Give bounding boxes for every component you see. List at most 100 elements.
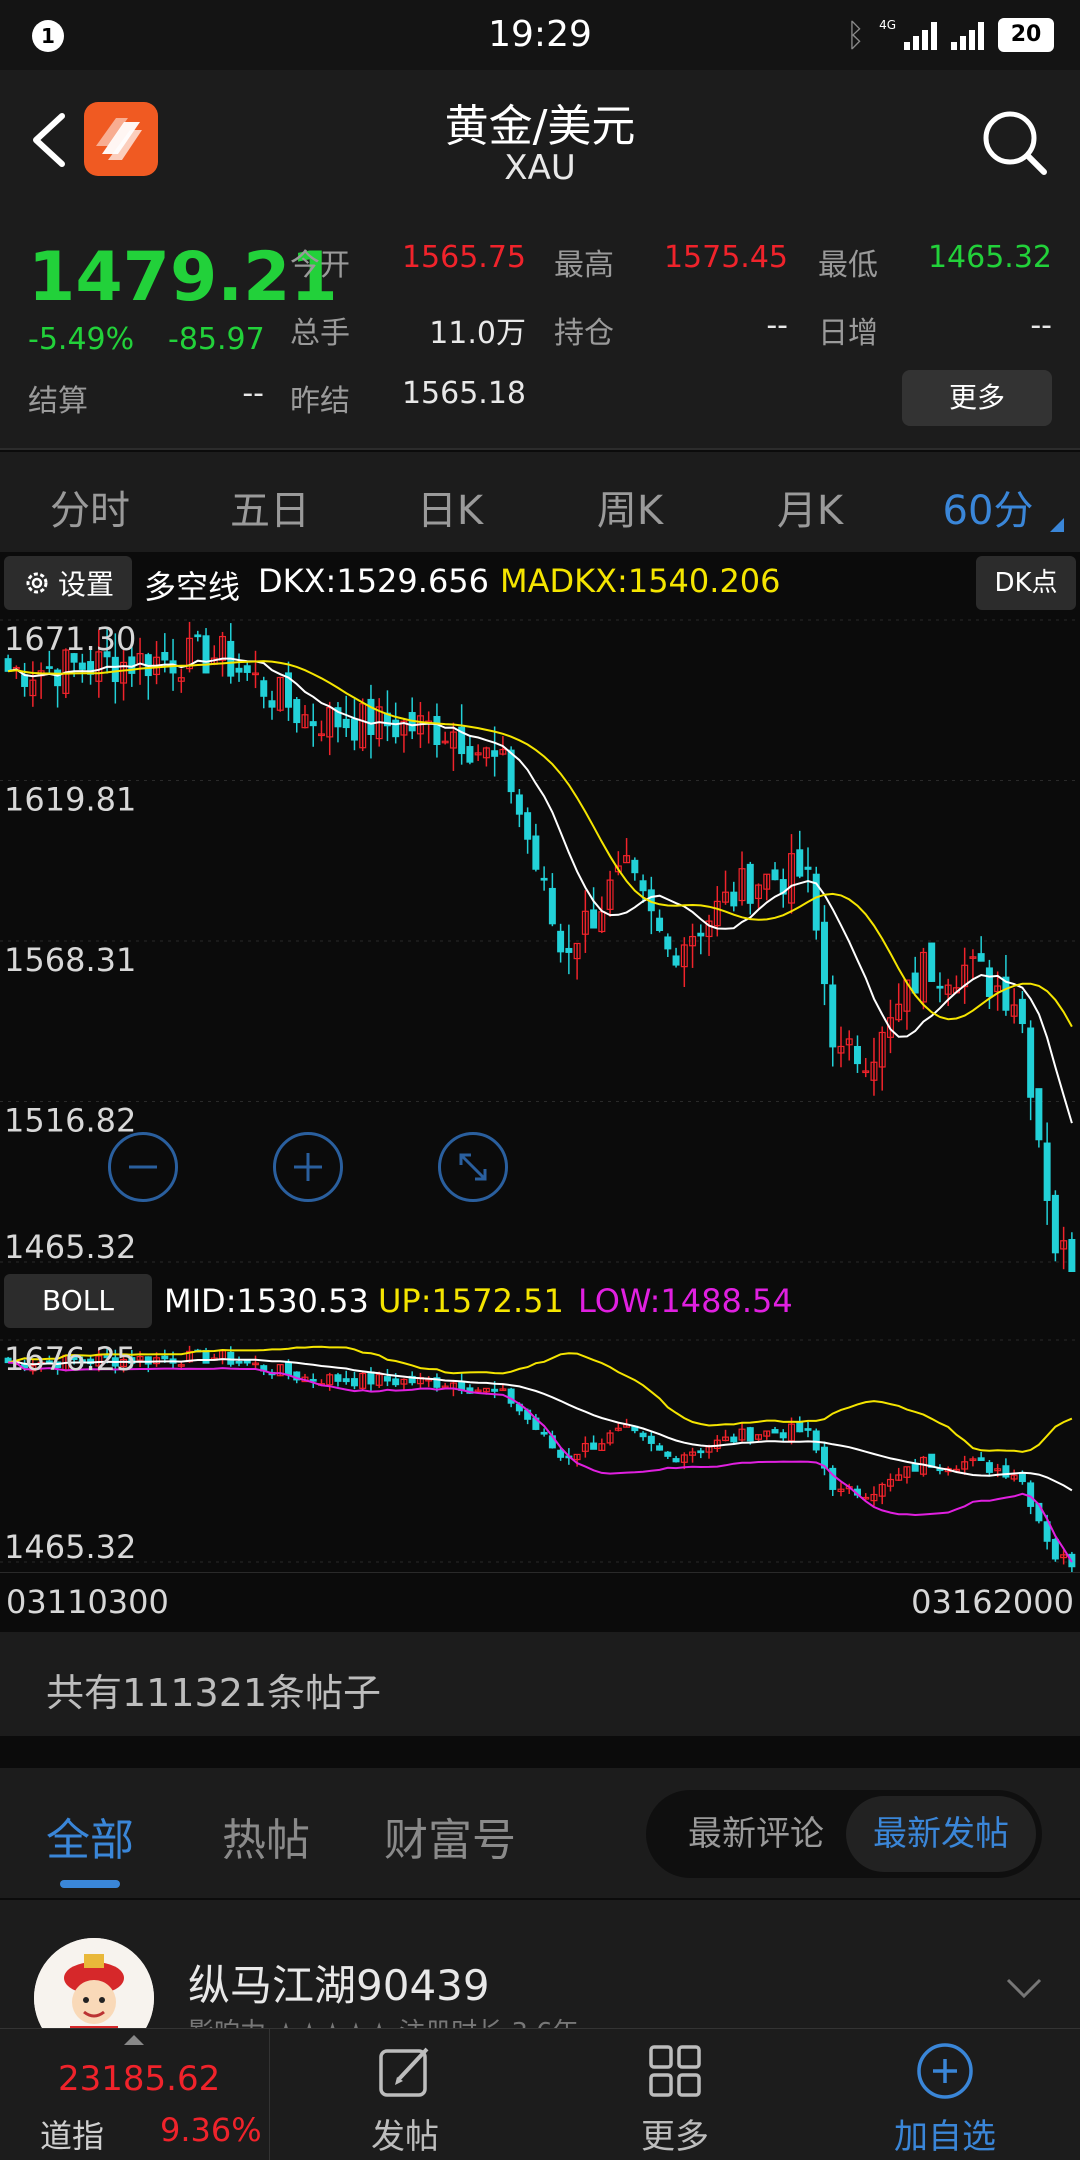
daily-increase-value: -- — [1030, 308, 1052, 343]
candle-body — [590, 1442, 598, 1450]
nav-more-button[interactable]: 更多 — [540, 2029, 810, 2160]
candle-body — [1002, 1465, 1010, 1478]
candle-body — [532, 835, 540, 870]
tab-fortune-account[interactable]: 财富号 — [384, 1804, 516, 1868]
candle-body — [4, 658, 12, 672]
candle-body — [491, 1388, 499, 1392]
candle-body — [804, 866, 812, 870]
boll-low: LOW:1488.54 — [578, 1282, 793, 1320]
candle-body — [853, 1045, 861, 1065]
candle-body — [515, 794, 523, 815]
candle-body — [911, 1463, 919, 1472]
prev-settle-value: 1565.18 — [401, 376, 526, 411]
dkx-value: DKX:1529.656 — [258, 562, 490, 600]
tab-60min[interactable]: 60分 — [918, 478, 1058, 536]
quote-panel: 1479.21 -5.49% -85.97 今开 1565.75 最高 1575… — [0, 210, 1080, 450]
candle-body — [466, 746, 474, 763]
candle-body — [161, 652, 169, 661]
edit-icon — [379, 2047, 429, 2097]
candle-body — [1018, 998, 1026, 1025]
nav-add-watchlist-button[interactable]: 加自选 — [810, 2029, 1080, 2160]
change-percent: -5.49% — [28, 322, 135, 357]
candle-body — [771, 1429, 779, 1434]
expand-icon — [459, 1153, 487, 1181]
dk-point-button[interactable]: DK点 — [976, 556, 1076, 610]
candle-body — [1035, 1088, 1043, 1141]
battery-icon: 20 — [998, 18, 1054, 52]
candle-body — [639, 880, 647, 892]
candle-body — [1068, 1239, 1076, 1272]
candle-body — [779, 1432, 787, 1439]
candle-body — [796, 849, 804, 877]
boll-chart[interactable]: 1676.25 1465.32 — [0, 1332, 1080, 1572]
candle-body — [1043, 1142, 1051, 1201]
candle-body — [367, 698, 375, 735]
y-axis-label: 1568.31 — [4, 941, 136, 979]
sort-latest-post[interactable]: 最新发帖 — [846, 1796, 1036, 1872]
y-axis-label: 1465.32 — [4, 1528, 136, 1566]
position-label: 持仓 — [554, 316, 614, 351]
boll-mid: MID:1530.53 — [164, 1282, 369, 1320]
nav-post-label: 发帖 — [371, 2117, 439, 2157]
tab-daily-k[interactable]: 日K — [380, 478, 520, 536]
y-axis-label: 1465.32 — [4, 1228, 136, 1266]
candle-body — [268, 700, 276, 708]
y-axis-label: 1676.25 — [4, 1340, 136, 1378]
candle-body — [350, 1378, 358, 1387]
time-axis-end: 03162000 — [911, 1583, 1074, 1621]
candle-body — [367, 1371, 375, 1385]
more-quote-button[interactable]: 更多 — [902, 370, 1052, 426]
candle-body — [730, 1436, 738, 1443]
nav-more-label: 更多 — [641, 2117, 709, 2157]
tab-weekly-k[interactable]: 周K — [560, 478, 700, 536]
zoom-out-button[interactable] — [108, 1132, 178, 1202]
candle-body — [392, 1378, 400, 1386]
tab-hot-posts[interactable]: 热帖 — [222, 1804, 310, 1868]
tab-five-day[interactable]: 五日 — [200, 478, 340, 536]
candle-body — [54, 669, 62, 687]
candle-body — [796, 1422, 804, 1433]
gear-icon — [26, 572, 48, 594]
candle-body — [285, 1362, 292, 1376]
post-username[interactable]: 纵马江湖90439 — [188, 1952, 490, 2013]
sort-latest-comment[interactable]: 最新评论 — [666, 1790, 846, 1878]
prev-settle-label: 昨结 — [290, 384, 350, 419]
tab-all-posts[interactable]: 全部 — [46, 1804, 134, 1868]
candle-body — [812, 1430, 820, 1451]
zoom-in-button[interactable] — [273, 1132, 343, 1202]
grid-icon — [649, 2045, 701, 2097]
candle-body — [227, 1351, 235, 1365]
fullscreen-button[interactable] — [438, 1132, 508, 1202]
candle-body — [656, 1445, 664, 1451]
nav-add-watchlist-label: 加自选 — [894, 2117, 996, 2157]
post-item[interactable]: 纵马江湖90439 影响力 ★★★★★ 注册时长 3.6年 — [0, 1898, 1080, 2058]
boll-button[interactable]: BOLL — [4, 1274, 152, 1328]
chart-settings-button[interactable]: 设置 — [4, 556, 132, 610]
candle-body — [540, 877, 548, 881]
active-tab-indicator — [60, 1880, 120, 1888]
index-ticker[interactable]: 23185.62 道指 9.36% — [0, 2029, 270, 2160]
change-amount: -85.97 — [168, 322, 265, 357]
app-header: 黄金/美元 XAU — [0, 70, 1080, 210]
boll-up: UP:1572.51 — [378, 1282, 564, 1320]
candle-body — [977, 1457, 985, 1461]
candle-body — [342, 718, 350, 729]
candle-body — [911, 972, 919, 994]
signal-icon — [904, 20, 937, 50]
candle-body — [697, 932, 705, 937]
nav-post-button[interactable]: 发帖 — [270, 2029, 540, 2160]
tab-intraday[interactable]: 分时 — [20, 478, 160, 536]
search-icon[interactable] — [980, 108, 1050, 178]
candle-body — [433, 716, 441, 746]
candle-body — [730, 891, 738, 907]
low-value: 1465.32 — [927, 240, 1052, 275]
candle-body — [664, 1451, 672, 1457]
page-subtitle: XAU — [504, 148, 576, 188]
tab-monthly-k[interactable]: 月K — [740, 478, 880, 536]
chevron-down-icon[interactable] — [1004, 1972, 1044, 2002]
index-name: 道指 — [40, 2117, 105, 2155]
candle-body — [672, 955, 680, 966]
candle-body — [821, 921, 828, 985]
candle-body — [350, 718, 358, 741]
candle-body — [928, 942, 936, 982]
